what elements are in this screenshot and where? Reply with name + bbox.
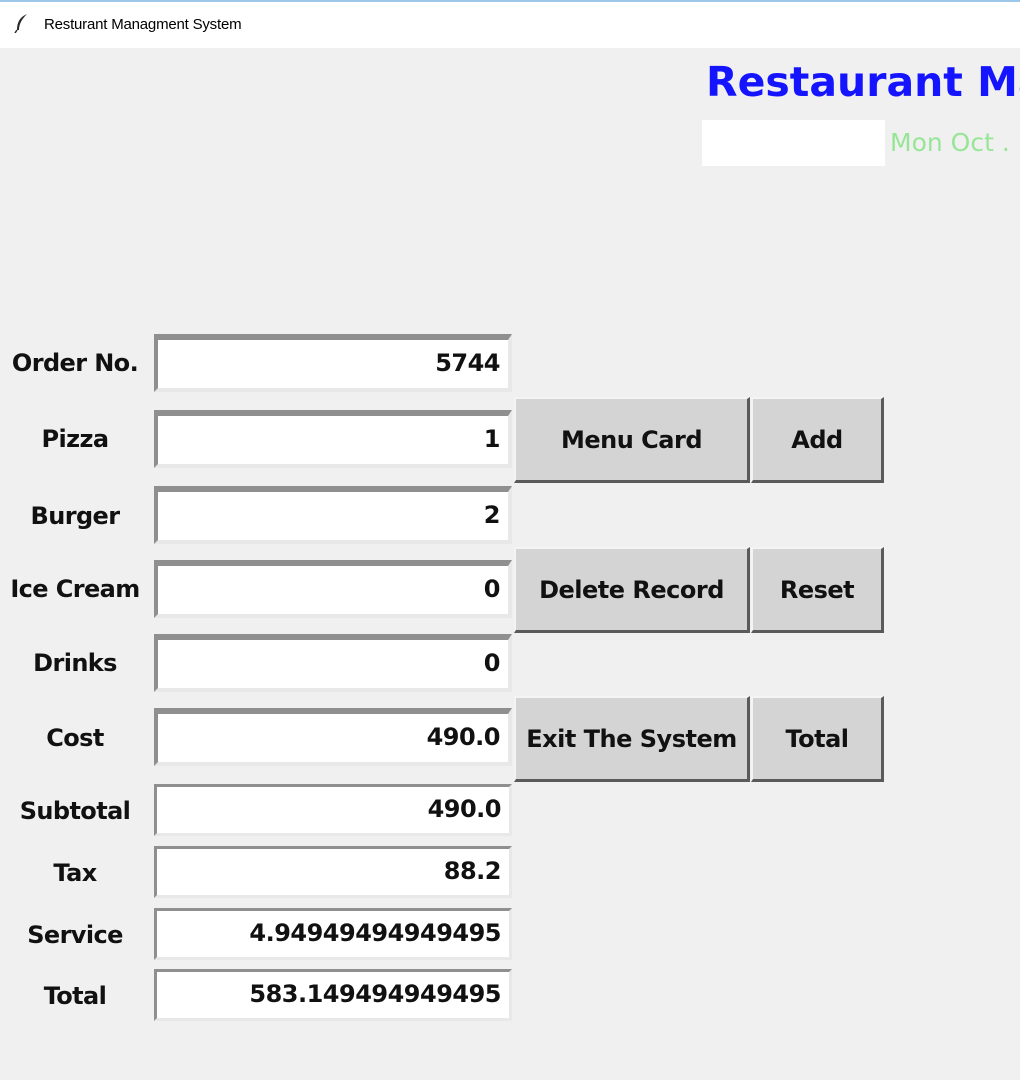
label-cost: Cost xyxy=(46,724,104,752)
order-no-field[interactable]: 5744 xyxy=(154,334,512,392)
label-subtotal: Subtotal xyxy=(19,797,131,825)
label-tax: Tax xyxy=(53,859,97,887)
cost-field[interactable]: 490.0 xyxy=(154,708,512,766)
page-title: Restaurant Ma xyxy=(706,58,1020,106)
label-order-no: Order No. xyxy=(11,349,139,377)
clock-box xyxy=(702,120,885,166)
delete-record-button[interactable]: Delete Record xyxy=(514,547,750,633)
total-field[interactable]: 583.149494949495 xyxy=(154,969,512,1021)
app-window: Resturant Managment System Restaurant Ma… xyxy=(0,0,1020,1080)
window-titlebar[interactable]: Resturant Managment System xyxy=(0,0,1020,48)
reset-button[interactable]: Reset xyxy=(751,547,884,633)
burger-field[interactable]: 2 xyxy=(154,486,512,544)
menu-card-button[interactable]: Menu Card xyxy=(514,397,750,483)
exit-button[interactable]: Exit The System xyxy=(514,696,750,782)
ice-cream-field[interactable]: 0 xyxy=(154,560,512,618)
add-button[interactable]: Add xyxy=(751,397,884,483)
label-burger: Burger xyxy=(30,502,121,530)
window-title: Resturant Managment System xyxy=(44,16,242,33)
label-ice-cream: Ice Cream xyxy=(10,575,140,603)
feather-icon xyxy=(14,13,30,34)
total-button[interactable]: Total xyxy=(751,696,884,782)
service-field[interactable]: 4.94949494949495 xyxy=(154,908,512,960)
drinks-field[interactable]: 0 xyxy=(154,634,512,692)
subtotal-field[interactable]: 490.0 xyxy=(154,784,512,836)
label-total: Total xyxy=(43,982,107,1010)
tax-field[interactable]: 88.2 xyxy=(154,846,512,898)
label-drinks: Drinks xyxy=(33,649,117,677)
label-service: Service xyxy=(27,921,123,949)
date-label: Mon Oct . xyxy=(890,128,1010,157)
pizza-field[interactable]: 1 xyxy=(154,410,512,468)
label-pizza: Pizza xyxy=(41,425,110,453)
